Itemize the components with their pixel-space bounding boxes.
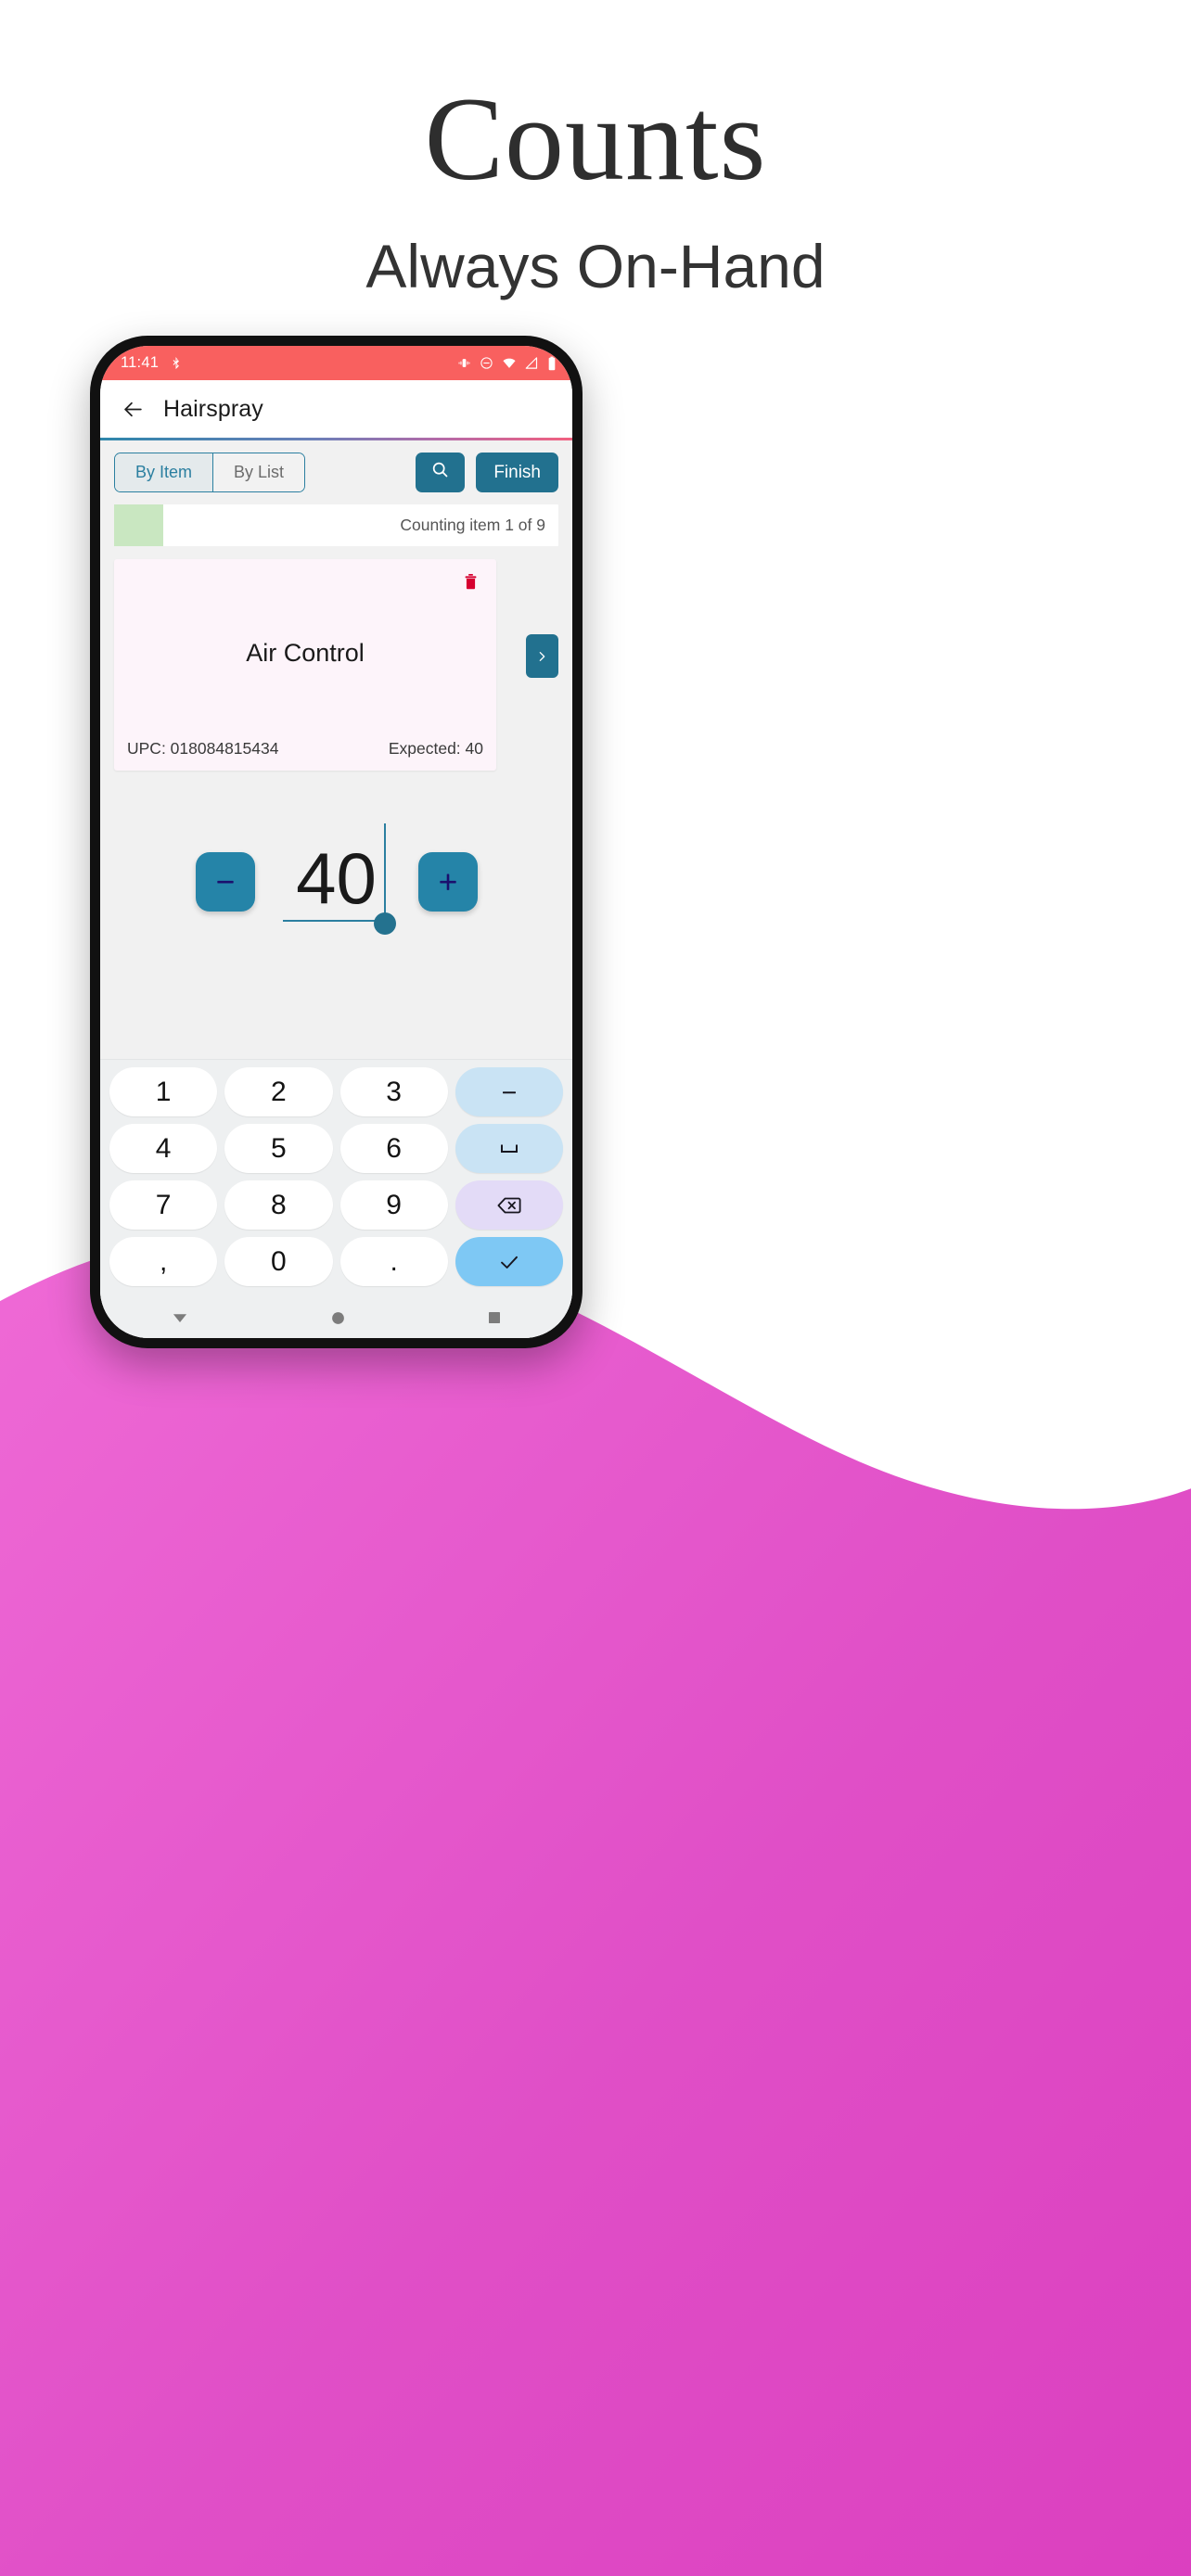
progress-label: Counting item 1 of 9 xyxy=(400,516,545,534)
key-3[interactable]: 3 xyxy=(339,1067,448,1116)
key-5[interactable]: 5 xyxy=(224,1124,333,1173)
quantity-value[interactable]: 40 xyxy=(296,842,377,920)
tab-by-item[interactable]: By Item xyxy=(115,453,213,491)
item-upc: UPC: 018084815434 xyxy=(127,739,279,758)
key-enter[interactable] xyxy=(455,1237,563,1286)
key-4[interactable]: 4 xyxy=(109,1124,218,1173)
trash-icon[interactable] xyxy=(462,572,480,596)
keyboard-row: 1 2 3 xyxy=(106,1067,567,1116)
hero-section: Counts Always On-Hand xyxy=(0,0,1191,297)
minus-icon xyxy=(216,880,234,884)
status-bar-right-icons xyxy=(457,356,557,371)
home-circle-icon[interactable] xyxy=(330,1310,346,1326)
quantity-stepper: 40 xyxy=(100,789,572,975)
progress-row-wrapper: Counting item 1 of 9 xyxy=(100,504,572,546)
key-comma[interactable]: , xyxy=(109,1237,218,1286)
backspace-icon xyxy=(497,1197,521,1213)
recents-square-icon[interactable] xyxy=(487,1310,502,1325)
count-content-area: Air Control UPC: 018084815434 Expected: … xyxy=(100,546,572,1338)
back-arrow-icon[interactable] xyxy=(117,393,148,425)
android-nav-bar xyxy=(100,1297,572,1338)
cellular-signal-icon xyxy=(525,356,539,370)
wifi-icon xyxy=(502,356,517,370)
search-icon xyxy=(430,460,450,485)
next-item-button[interactable] xyxy=(526,634,558,678)
numeric-keyboard: 1 2 3 4 5 6 7 8 9 , 0 . xyxy=(100,1059,572,1297)
key-minus[interactable] xyxy=(455,1067,563,1116)
tab-by-list[interactable]: By List xyxy=(212,453,305,491)
quantity-field-wrapper[interactable]: 40 xyxy=(277,823,396,936)
key-9[interactable]: 9 xyxy=(339,1180,448,1230)
key-space[interactable] xyxy=(455,1124,563,1173)
phone-screen: 11:41 Hairspray By Item By List Finish C… xyxy=(100,346,572,1338)
selection-handle[interactable] xyxy=(373,912,396,936)
count-progress-bar: Counting item 1 of 9 xyxy=(114,504,558,546)
keyboard-row: 4 5 6 xyxy=(106,1124,567,1173)
back-triangle-icon[interactable] xyxy=(171,1308,189,1327)
item-card-zone: Air Control UPC: 018084815434 Expected: … xyxy=(100,559,572,771)
keyboard-row: 7 8 9 xyxy=(106,1180,567,1230)
bluetooth-icon xyxy=(169,356,183,370)
space-key-icon xyxy=(500,1144,518,1153)
page-title: Counts xyxy=(424,73,767,205)
status-bar-time: 11:41 xyxy=(121,354,160,371)
phone-mockup-frame: 11:41 Hairspray By Item By List Finish C… xyxy=(90,336,583,1348)
decrement-button[interactable] xyxy=(195,852,255,912)
key-2[interactable]: 2 xyxy=(224,1067,333,1116)
key-7[interactable]: 7 xyxy=(109,1180,218,1230)
minus-key-icon xyxy=(502,1090,516,1093)
view-mode-segmented-control[interactable]: By Item By List xyxy=(114,453,306,492)
key-0[interactable]: 0 xyxy=(224,1237,333,1286)
search-button[interactable] xyxy=(416,453,466,492)
item-card[interactable]: Air Control UPC: 018084815434 Expected: … xyxy=(114,559,496,771)
key-8[interactable]: 8 xyxy=(224,1180,333,1230)
key-1[interactable]: 1 xyxy=(109,1067,218,1116)
vibrate-icon xyxy=(457,356,471,370)
pink-blob-shape xyxy=(0,1230,1191,2576)
do-not-disturb-icon xyxy=(480,356,493,370)
key-backspace[interactable] xyxy=(455,1180,563,1230)
item-name: Air Control xyxy=(246,639,365,667)
app-bar-title: Hairspray xyxy=(163,395,263,422)
finish-button[interactable]: Finish xyxy=(476,453,558,492)
checkmark-icon xyxy=(500,1256,518,1269)
keyboard-row: , 0 . xyxy=(106,1237,567,1286)
progress-fill xyxy=(114,504,163,546)
toolbar: By Item By List Finish xyxy=(100,440,572,504)
plus-icon xyxy=(439,874,456,890)
item-card-footer: UPC: 018084815434 Expected: 40 xyxy=(127,739,483,759)
increment-button[interactable] xyxy=(417,852,478,912)
battery-icon xyxy=(547,356,557,371)
item-expected: Expected: 40 xyxy=(388,739,483,758)
key-period[interactable]: . xyxy=(339,1237,448,1286)
status-bar: 11:41 xyxy=(100,346,572,380)
key-6[interactable]: 6 xyxy=(339,1124,448,1173)
app-bar: Hairspray xyxy=(100,380,572,438)
page-subtitle: Always On-Hand xyxy=(365,232,826,300)
